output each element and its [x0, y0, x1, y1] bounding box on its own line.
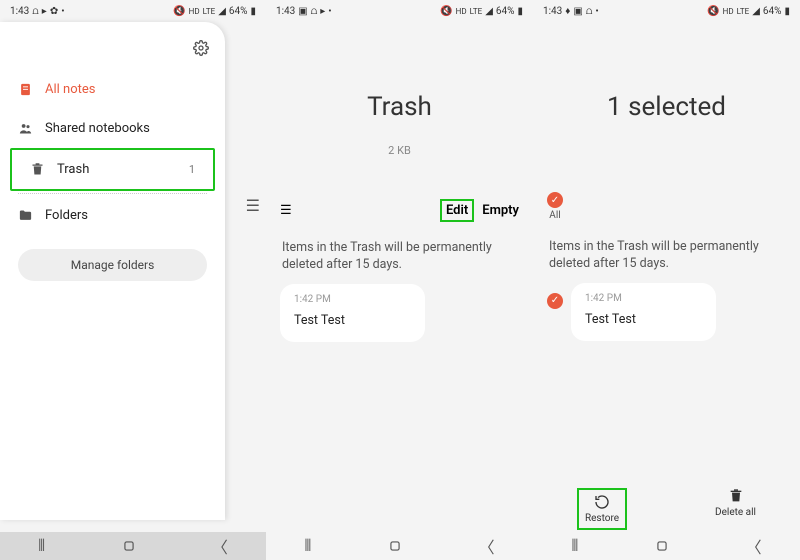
select-all-label: All: [549, 210, 560, 221]
status-time: 1:43: [543, 6, 562, 17]
edit-button[interactable]: Edit: [440, 199, 474, 222]
android-navbar: ⦀ 〈: [533, 532, 800, 560]
nav-trash-label: Trash: [57, 162, 89, 177]
battery-text: 64%: [763, 6, 782, 17]
recents-icon[interactable]: ⦀: [304, 536, 311, 556]
status-bar: 1:43 ▣ ⩍ ▸ • 🔇 HD LTE ◢ 64% ▮: [266, 0, 533, 22]
mute-icon: 🔇: [440, 6, 452, 17]
back-icon[interactable]: 〈: [746, 534, 762, 558]
edit-label: Edit: [446, 203, 468, 218]
hd-icon: HD: [723, 7, 734, 16]
home-icon[interactable]: [122, 539, 136, 553]
lte-icon: LTE: [203, 7, 216, 16]
delete-all-button[interactable]: Delete all: [715, 488, 756, 530]
note-title: Test Test: [294, 313, 411, 328]
note-time: 1:42 PM: [585, 293, 702, 304]
status-bar: 1:43 ♦ ▣ ⩍ • 🔇 HD LTE ◢ 64% ▮: [533, 0, 800, 22]
status-time: 1:43: [10, 6, 29, 17]
select-all-toggle[interactable]: ✓ All: [547, 192, 563, 221]
home-icon[interactable]: [655, 539, 669, 553]
check-icon: ✓: [547, 192, 563, 208]
wifi-icon: ⩍: [311, 6, 318, 17]
empty-button[interactable]: Empty: [482, 203, 519, 218]
back-icon[interactable]: 〈: [479, 534, 495, 558]
hd-icon: HD: [456, 7, 467, 16]
nav-shared-label: Shared notebooks: [45, 121, 150, 136]
battery-icon: ▮: [784, 6, 790, 17]
note-title: Test Test: [585, 312, 702, 327]
battery-icon: ▮: [250, 6, 256, 17]
play-icon: ▸: [320, 6, 325, 17]
navigation-drawer: All notes Shared notebooks Trash 1 Folde…: [0, 22, 225, 520]
nav-all-notes-label: All notes: [45, 82, 95, 97]
note-card[interactable]: 1:42 PM Test Test: [280, 284, 425, 342]
hamburger-icon[interactable]: ☰: [280, 203, 292, 218]
lte-icon: LTE: [470, 7, 483, 16]
empty-label: Empty: [482, 203, 519, 218]
signal-icon: ◢: [752, 6, 760, 17]
android-navbar: ⦀ 〈: [0, 532, 266, 560]
battery-text: 64%: [496, 6, 515, 17]
folder-icon: [18, 208, 33, 223]
lte-icon: LTE: [737, 7, 750, 16]
hd-icon: HD: [189, 7, 200, 16]
trash-icon: [728, 488, 744, 504]
restore-label: Restore: [585, 513, 619, 524]
bulb-icon: ♦: [565, 6, 570, 17]
gear-small-icon: ✿: [50, 6, 58, 17]
battery-text: 64%: [229, 6, 248, 17]
status-bar: 1:43 ⩍ ▸ ✿ • 🔇 HD LTE ◢ 64% ▮: [0, 0, 266, 22]
note-time: 1:42 PM: [294, 294, 411, 305]
divider: [18, 193, 207, 194]
wifi-icon: ⩍: [586, 6, 593, 17]
trash-icon: [30, 162, 45, 177]
android-navbar: ⦀ 〈: [266, 532, 533, 560]
signal-icon: ◢: [485, 6, 493, 17]
delete-all-label: Delete all: [715, 507, 756, 518]
dot-icon: •: [61, 6, 64, 17]
manage-folders-label: Manage folders: [71, 258, 155, 272]
restore-icon: [594, 494, 610, 510]
play-icon: ▸: [42, 6, 47, 17]
signal-icon: ◢: [218, 6, 226, 17]
hamburger-icon[interactable]: ☰: [246, 196, 260, 215]
dot-icon: •: [595, 6, 598, 17]
mute-icon: 🔇: [707, 6, 719, 17]
nav-all-notes[interactable]: All notes: [0, 70, 225, 109]
status-time: 1:43: [276, 6, 295, 17]
back-icon[interactable]: 〈: [212, 534, 228, 558]
people-icon: [18, 121, 33, 136]
item-check-icon[interactable]: ✓: [547, 293, 563, 309]
image-icon: ▣: [573, 6, 582, 17]
manage-folders-button[interactable]: Manage folders: [18, 249, 207, 281]
page-title: 1 selected: [533, 92, 800, 122]
nav-shared[interactable]: Shared notebooks: [0, 109, 225, 148]
battery-icon: ▮: [517, 6, 523, 17]
trash-info: Items in the Trash will be permanently d…: [266, 222, 533, 284]
trash-info: Items in the Trash will be permanently d…: [533, 221, 800, 283]
note-icon: [18, 82, 33, 97]
nav-folders[interactable]: Folders: [0, 196, 225, 235]
note-card[interactable]: 1:42 PM Test Test: [571, 283, 716, 341]
page-title: Trash: [266, 92, 533, 122]
nav-trash[interactable]: Trash 1: [12, 150, 213, 189]
mute-icon: 🔇: [173, 6, 185, 17]
restore-button[interactable]: Restore: [585, 494, 619, 524]
gear-icon[interactable]: [193, 40, 209, 56]
image-icon: ▣: [298, 6, 307, 17]
home-icon[interactable]: [388, 539, 402, 553]
dot-icon: •: [328, 6, 331, 17]
nav-folders-label: Folders: [45, 208, 88, 223]
recents-icon[interactable]: ⦀: [38, 536, 45, 556]
trash-count: 1: [189, 163, 195, 176]
recents-icon[interactable]: ⦀: [571, 536, 578, 556]
trash-size: 2 KB: [266, 144, 533, 157]
wifi-icon: ⩍: [32, 6, 39, 17]
